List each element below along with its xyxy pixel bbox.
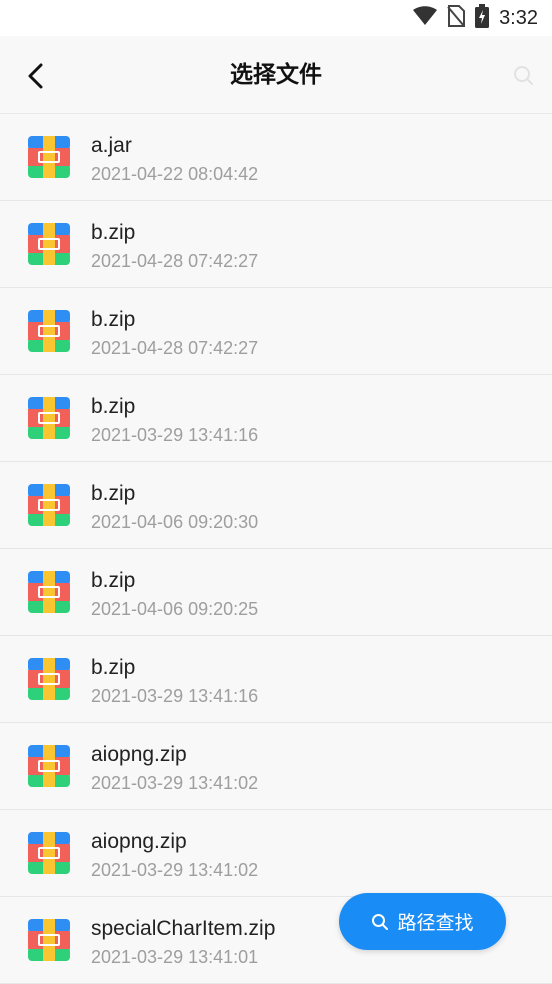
file-name: b.zip — [91, 656, 136, 679]
file-modified-time: 2021-04-06 09:20:25 — [91, 599, 259, 619]
no-sim-icon — [447, 5, 466, 31]
archive-file-icon — [28, 397, 70, 439]
file-name: aiopng.zip — [91, 743, 187, 766]
archive-file-icon — [28, 310, 70, 352]
file-list-item[interactable]: b.zip 2021-03-29 13:41:16 — [0, 636, 552, 723]
wifi-icon — [413, 6, 438, 30]
file-name: a.jar — [91, 134, 132, 157]
file-name: b.zip — [91, 308, 136, 331]
archive-file-icon — [28, 136, 70, 178]
file-list-item[interactable]: aiopng.zip 2021-03-29 13:41:02 — [0, 810, 552, 897]
status-bar: 3:32 — [0, 0, 552, 36]
search-icon — [514, 66, 533, 85]
file-modified-time: 2021-04-28 07:42:27 — [91, 338, 259, 358]
file-modified-time: 2021-03-29 13:41:02 — [91, 860, 259, 880]
file-list-item[interactable]: b.zip 2021-03-29 13:41:16 — [0, 375, 552, 462]
archive-file-icon — [28, 745, 70, 787]
file-name: b.zip — [91, 221, 136, 244]
header-search-button[interactable] — [512, 64, 536, 88]
file-modified-time: 2021-04-22 08:04:42 — [91, 164, 259, 184]
file-name: specialCharItem.zip — [91, 917, 276, 940]
file-list-item[interactable]: b.zip 2021-04-28 07:42:27 — [0, 288, 552, 375]
file-name: b.zip — [91, 569, 136, 592]
file-modified-time: 2021-03-29 13:41:01 — [91, 947, 259, 967]
status-time: 3:32 — [499, 6, 538, 29]
file-list-item[interactable]: b.zip 2021-04-28 07:42:27 — [0, 201, 552, 288]
file-list: a.jar 2021-04-22 08:04:42 b.zip 2021-04-28 … — [0, 114, 552, 984]
archive-file-icon — [28, 832, 70, 874]
archive-file-icon — [28, 658, 70, 700]
file-list-item[interactable]: aiopng.zip 2021-03-29 13:41:02 — [0, 723, 552, 810]
file-name: b.zip — [91, 395, 136, 418]
search-icon — [371, 913, 389, 931]
path-search-label: 路径查找 — [397, 912, 474, 934]
path-search-button[interactable]: 路径查找 — [339, 893, 506, 950]
app-header: 选择文件 — [0, 36, 552, 114]
archive-file-icon — [28, 484, 70, 526]
archive-file-icon — [28, 919, 70, 961]
file-modified-time: 2021-04-28 07:42:27 — [91, 251, 259, 271]
page-title: 选择文件 — [230, 62, 322, 88]
file-modified-time: 2021-04-06 09:20:30 — [91, 512, 259, 532]
archive-file-icon — [28, 223, 70, 265]
archive-file-icon — [28, 571, 70, 613]
file-list-item[interactable]: b.zip 2021-04-06 09:20:25 — [0, 549, 552, 636]
file-list-item[interactable]: b.zip 2021-04-06 09:20:30 — [0, 462, 552, 549]
file-modified-time: 2021-03-29 13:41:02 — [91, 773, 259, 793]
file-modified-time: 2021-03-29 13:41:16 — [91, 425, 259, 445]
file-name: aiopng.zip — [91, 830, 187, 853]
file-list-item[interactable]: a.jar 2021-04-22 08:04:42 — [0, 114, 552, 201]
file-modified-time: 2021-03-29 13:41:16 — [91, 686, 259, 706]
battery-charging-icon — [475, 4, 490, 32]
file-name: b.zip — [91, 482, 136, 505]
